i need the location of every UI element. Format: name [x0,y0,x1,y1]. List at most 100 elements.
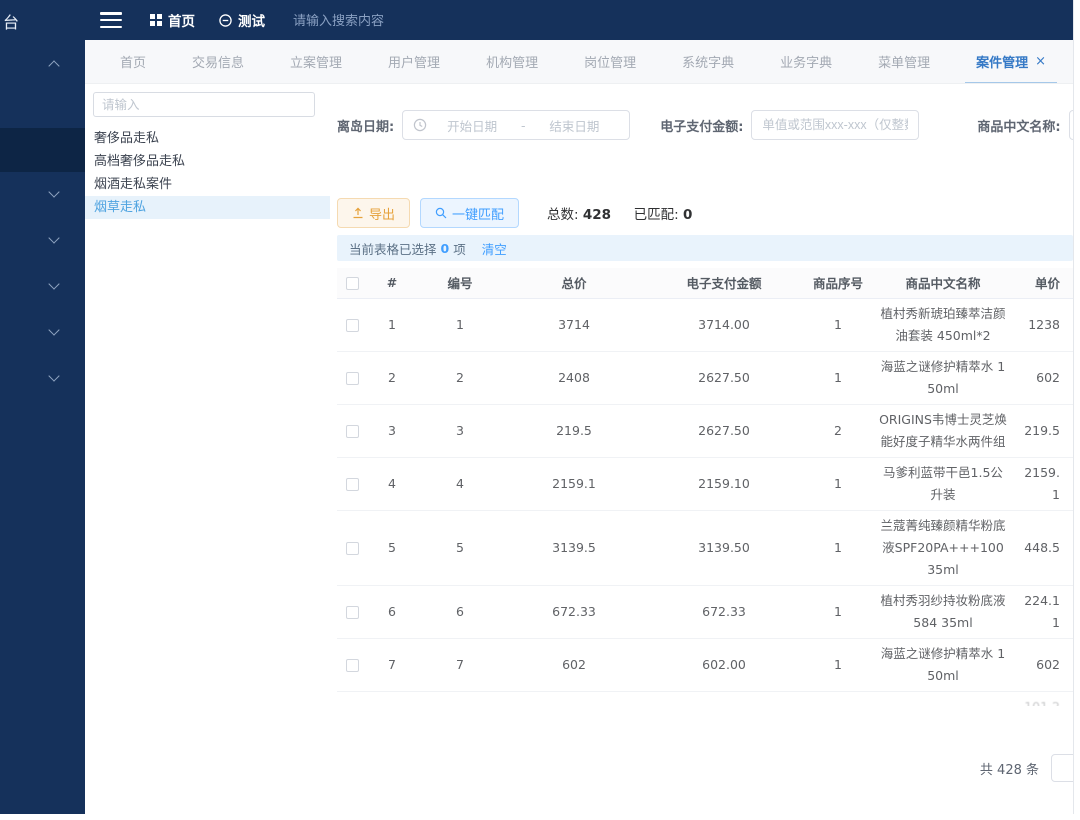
tab-菜单管理[interactable]: 菜单管理 [855,40,953,84]
column-header: 单价 [1013,268,1073,298]
export-button[interactable]: 导出 [337,198,410,228]
category-item[interactable]: 烟酒走私案件 [85,173,330,196]
tab-用户管理[interactable]: 用户管理 [365,40,463,84]
chevron-down-icon[interactable] [48,232,59,243]
cell-name: 兰蔻菁纯臻颜精华粉底液SPF20PA+++100 35ml [873,510,1013,585]
selection-suffix: 项 [453,239,466,258]
tab-close-icon[interactable]: × [1035,54,1046,69]
row-checkbox[interactable] [346,478,359,491]
cell-payment: 2627.50 [645,351,803,404]
column-header: 电子支付金额 [645,268,803,298]
column-header: 编号 [417,268,503,298]
cell-index: 8 [367,691,417,706]
topnav-home[interactable]: 首页 [150,10,195,30]
row-checkbox[interactable] [346,372,359,385]
cell-index: 3 [367,404,417,457]
tab-案件管理[interactable]: 案件管理× [953,40,1069,84]
filter-row: 离岛日期: 开始日期 - 结束日期 电子支付金额: 商品中文名称: [337,110,1073,140]
page-size-select[interactable] [1051,754,1073,782]
topnav-test[interactable]: 测试 [219,10,265,30]
payment-amount-input[interactable] [751,110,919,140]
table-row: 2224082627.501海蓝之谜修护精萃水 150ml602 [337,351,1073,404]
category-item[interactable]: 高档奢侈品走私 [85,150,330,173]
cell-unit: 602 [1013,351,1073,404]
tab-岗位管理[interactable]: 岗位管理 [561,40,659,84]
cell-seq: 1 [803,457,873,510]
row-checkbox[interactable] [346,542,359,555]
cell-code: 1 [417,298,503,351]
tab-label: 用户管理 [388,52,440,71]
date-range-picker[interactable]: 开始日期 - 结束日期 [402,110,630,140]
date-separator: - [517,118,530,133]
chevron-down-icon[interactable] [48,186,59,197]
counts-text: 总数: 428 已匹配: 0 [547,203,692,223]
table-row: 553139.53139.501兰蔻菁纯臻颜精华粉底液SPF20PA+++100… [337,510,1073,585]
sidebar [0,40,85,814]
chevron-down-icon[interactable] [48,278,59,289]
logo-text: 台 [3,9,19,33]
table-row: 1137143714.001植村秀新琥珀臻萃洁颜油套装 450ml*21238 [337,298,1073,351]
cell-name: 马爹利蓝带干邑1.5公升装 [873,457,1013,510]
cell-index: 4 [367,457,417,510]
tab-label: 机构管理 [486,52,538,71]
cell-code: 5 [417,510,503,585]
cell-seq: 1 [803,638,873,691]
global-search-input[interactable] [293,13,463,28]
hamburger-menu-icon[interactable] [100,12,122,28]
selection-bar: 当前表格已选择 0 项 清空 [337,235,1073,261]
category-item[interactable]: 奢侈品走私 [85,127,330,150]
row-checkbox[interactable] [346,425,359,438]
cell-code: 3 [417,404,503,457]
selection-prefix: 当前表格已选择 [349,239,437,258]
category-search-input[interactable] [93,92,315,117]
tab-label: 立案管理 [290,52,342,71]
cell-code: 6 [417,585,503,638]
cell-code: 4 [417,457,503,510]
tab-交易信息[interactable]: 交易信息 [169,40,267,84]
tab-立案管理[interactable]: 立案管理 [267,40,365,84]
table-row: 442159.12159.101马爹利蓝带干邑1.5公升装2159.1 [337,457,1073,510]
sidebar-active-item[interactable] [0,128,85,172]
table-footer: 共 428 条 [337,754,1073,782]
chevron-up-icon[interactable] [48,60,59,71]
cell-payment: 3714.00 [645,298,803,351]
row-checkbox[interactable] [346,606,359,619]
cell-index: 6 [367,585,417,638]
tab-首页[interactable]: 首页 [97,40,169,84]
category-item[interactable]: 烟草走私 [85,196,330,219]
cell-unit: 2159.1 [1013,457,1073,510]
row-checkbox[interactable] [346,319,359,332]
cell-payment: 602.00 [645,638,803,691]
cell-unit: 602 [1013,638,1073,691]
cell-payment: 1011.98 [645,691,803,706]
table-row: 881011.981011.981卡诗菁纯亮泽经典香氛101.20 [337,691,1073,706]
cell-name: 卡诗菁纯亮泽经典香氛 [873,691,1013,706]
tab-label: 菜单管理 [878,52,930,71]
date-end-placeholder: 结束日期 [529,116,619,135]
tab-业务字典[interactable]: 业务字典 [757,40,855,84]
product-name-input[interactable] [1069,110,1073,140]
table-row: 66672.33672.331植村秀羽纱持妆粉底液 584 35ml224.11 [337,585,1073,638]
column-header: # [367,268,417,298]
cell-seq: 2 [803,404,873,457]
table-row: 77602602.001海蓝之谜修护精萃水 150ml602 [337,638,1073,691]
clear-selection-link[interactable]: 清空 [482,239,507,258]
one-click-match-button[interactable]: 一键匹配 [420,198,519,228]
tab-label: 业务字典 [780,52,832,71]
header-checkbox[interactable] [346,277,359,290]
cell-unit: 101.20 [1013,691,1073,706]
tab-机构管理[interactable]: 机构管理 [463,40,561,84]
tab-label: 系统字典 [682,52,734,71]
payment-filter-label: 电子支付金额: [660,116,743,135]
tab-系统字典[interactable]: 系统字典 [659,40,757,84]
column-header: 商品中文名称 [873,268,1013,298]
cell-index: 1 [367,298,417,351]
cell-unit: 448.5 [1013,510,1073,585]
selection-count: 0 [441,241,450,256]
chevron-down-icon[interactable] [48,370,59,381]
search-icon [435,207,447,219]
cell-seq: 1 [803,510,873,585]
cell-code: 8 [417,691,503,706]
row-checkbox[interactable] [346,659,359,672]
chevron-down-icon[interactable] [48,324,59,335]
